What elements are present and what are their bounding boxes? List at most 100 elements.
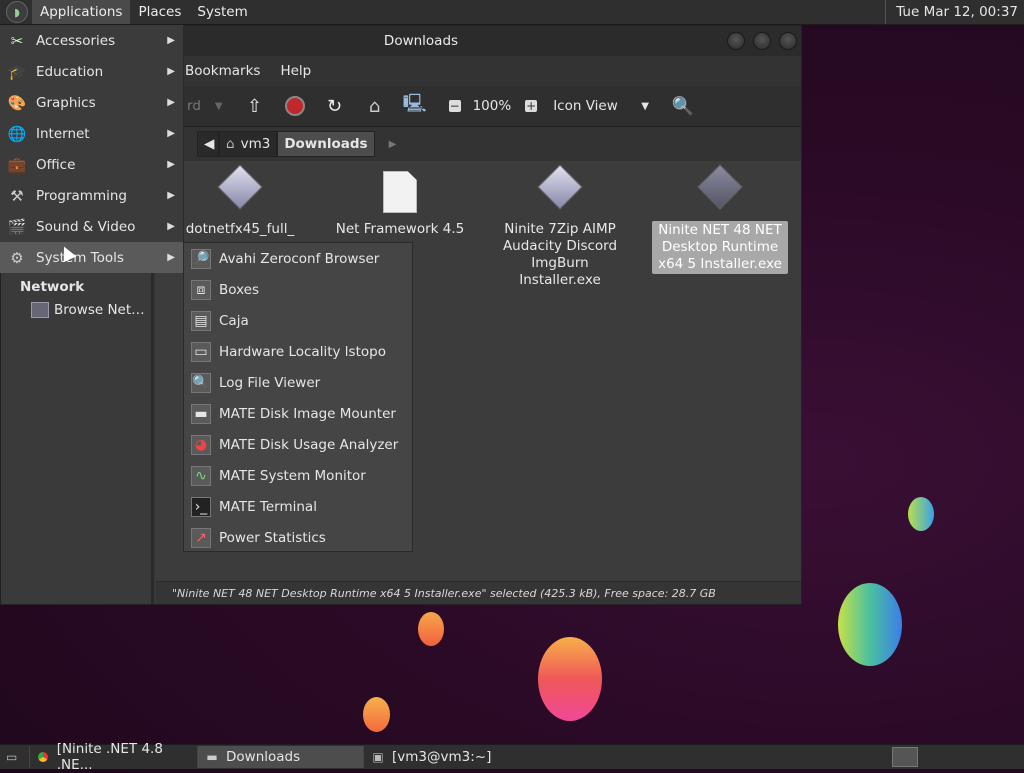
zoom-out-icon[interactable]: −: [443, 94, 467, 118]
sound-video-icon: 🎬: [7, 217, 27, 236]
menu-item-internet[interactable]: 🌐 Internet ▶: [0, 118, 183, 149]
home-icon[interactable]: ⌂: [363, 94, 387, 118]
search-icon[interactable]: 🔍: [671, 94, 695, 118]
menu-bookmarks[interactable]: Bookmarks: [185, 63, 260, 79]
menu-item-accessories[interactable]: ✂ Accessories ▶: [0, 25, 183, 56]
applications-menu[interactable]: Applications: [32, 0, 131, 24]
menu-item-graphics[interactable]: 🎨 Graphics ▶: [0, 87, 183, 118]
submenu-item-terminal[interactable]: ›_ MATE Terminal: [184, 491, 412, 522]
menu-item-education[interactable]: 🎓 Education ▶: [0, 56, 183, 87]
submenu-item-power-statistics[interactable]: ↗ Power Statistics: [184, 522, 412, 553]
minimize-button[interactable]: [727, 32, 745, 50]
menu-help[interactable]: Help: [280, 63, 311, 79]
clock[interactable]: Tue Mar 12, 00:37: [885, 0, 1024, 24]
graphics-icon: 🎨: [7, 93, 27, 112]
system-tools-submenu: 🔎 Avahi Zeroconf Browser ⧈ Boxes ▤ Caja …: [183, 242, 413, 552]
menu-item-office[interactable]: 💼 Office ▶: [0, 149, 183, 180]
menu-item-sound-video[interactable]: 🎬 Sound & Video ▶: [0, 211, 183, 242]
file-item[interactable]: Net Framework 4.5: [332, 161, 468, 238]
accessories-icon: ✂: [10, 31, 24, 50]
home-folder-icon: ⌂: [226, 136, 235, 152]
terminal-icon: ›_: [191, 496, 211, 517]
caja-icon: ▤: [191, 310, 211, 331]
log-viewer-icon: 🔍: [191, 372, 211, 393]
menu-item-label: Internet: [36, 125, 90, 142]
submenu-item-caja[interactable]: ▤ Caja: [184, 305, 412, 336]
installer-icon: [537, 164, 583, 215]
submenu-item-avahi[interactable]: 🔎 Avahi Zeroconf Browser: [184, 243, 412, 274]
system-monitor-icon: ∿: [191, 465, 211, 486]
places-menu[interactable]: Places: [130, 0, 189, 24]
installer-icon: [217, 164, 263, 215]
desktop-bubble: [363, 697, 390, 732]
submenu-item-label: Avahi Zeroconf Browser: [219, 250, 380, 267]
office-icon: 💼: [7, 155, 27, 174]
task-label: [vm3@vm3:~]: [392, 749, 492, 765]
menu-item-system-tools[interactable]: ⚙ System Tools ▶: [0, 242, 183, 273]
mate-logo-icon[interactable]: ◗: [6, 1, 28, 23]
chevron-down-icon[interactable]: ▼: [215, 101, 223, 112]
file-name: Net Framework 4.5: [335, 221, 465, 237]
desktop-bubble: [908, 497, 934, 531]
status-bar: "Ninite NET 48 NET Desktop Runtime x64 5…: [156, 581, 801, 604]
close-button[interactable]: [779, 32, 797, 50]
terminal-icon: ▣: [372, 750, 384, 764]
task-ninite[interactable]: [Ninite .NET 4.8 .NE...: [30, 741, 198, 773]
sidebar-item-browse-network[interactable]: Browse Net…: [31, 302, 145, 318]
sidebar-section-network: Network: [20, 279, 85, 295]
submenu-item-disk-mounter[interactable]: ▬ MATE Disk Image Mounter: [184, 398, 412, 429]
submenu-item-label: Hardware Locality lstopo: [219, 343, 386, 360]
submenu-item-log-viewer[interactable]: 🔍 Log File Viewer: [184, 367, 412, 398]
menu-item-label: Programming: [36, 187, 127, 204]
system-tools-icon: ⚙: [10, 248, 24, 267]
boxes-icon: ⧈: [191, 279, 211, 300]
stop-icon[interactable]: [283, 94, 307, 118]
submenu-item-hardware-locality[interactable]: ▭ Hardware Locality lstopo: [184, 336, 412, 367]
crumb-vm3[interactable]: ⌂ vm3: [219, 131, 278, 157]
file-item[interactable]: Ninite 7Zip AIMP Audacity Discord ImgBur…: [492, 161, 628, 289]
system-menu[interactable]: System: [189, 0, 255, 24]
file-name: dotnetfx45_full_: [185, 221, 295, 237]
file-name: Ninite NET 48 NET Desktop Runtime x64 5 …: [652, 221, 788, 274]
menu-item-label: Graphics: [36, 94, 96, 111]
task-terminal[interactable]: ▣ [vm3@vm3:~]: [364, 746, 534, 768]
submenu-item-system-monitor[interactable]: ∿ MATE System Monitor: [184, 460, 412, 491]
submenu-item-label: MATE Disk Usage Analyzer: [219, 436, 399, 453]
hardware-icon: ▭: [191, 341, 211, 362]
menu-item-label: Office: [36, 156, 76, 173]
crumb-downloads[interactable]: Downloads: [277, 131, 375, 157]
file-item-selected[interactable]: Ninite NET 48 NET Desktop Runtime x64 5 …: [652, 161, 788, 274]
view-mode-select[interactable]: Icon View: [553, 98, 641, 114]
file-item[interactable]: dotnetfx45_full_: [172, 161, 308, 238]
crumb-right-arrow-icon[interactable]: ▶: [389, 139, 397, 150]
desktop-bubble: [838, 583, 902, 666]
applications-dropdown: ✂ Accessories ▶ 🎓 Education ▶ 🎨 Graphics ▶ …: [0, 25, 184, 273]
chevron-down-icon[interactable]: ▼: [641, 101, 649, 112]
menu-item-programming[interactable]: ⚒ Programming ▶: [0, 180, 183, 211]
submenu-item-disk-usage[interactable]: ◕ MATE Disk Usage Analyzer: [184, 429, 412, 460]
show-desktop-button[interactable]: ▭: [0, 746, 30, 768]
sidebar-item-label: Browse Net…: [54, 302, 145, 318]
bottom-panel: ▭ [Ninite .NET 4.8 .NE... ▬ Downloads ▣ …: [0, 741, 1024, 773]
up-icon[interactable]: ⇧: [243, 94, 267, 118]
submenu-item-label: MATE System Monitor: [219, 467, 366, 484]
avahi-icon: 🔎: [191, 248, 211, 269]
menu-item-label: Sound & Video: [36, 218, 136, 235]
internet-icon: 🌐: [7, 124, 27, 143]
computer-icon[interactable]: 🖳: [403, 93, 427, 118]
submenu-item-label: MATE Terminal: [219, 498, 317, 515]
workspace-switcher[interactable]: [892, 747, 918, 767]
zoom-in-icon[interactable]: +: [519, 94, 543, 118]
maximize-button[interactable]: [753, 32, 771, 50]
submenu-item-boxes[interactable]: ⧈ Boxes: [184, 274, 412, 305]
disk-usage-icon: ◕: [191, 434, 211, 455]
back-button-label[interactable]: rd: [187, 98, 201, 114]
disk-mounter-icon: ▬: [191, 403, 211, 424]
task-downloads[interactable]: ▬ Downloads: [198, 746, 364, 768]
task-label: Downloads: [226, 749, 301, 765]
window-title: Downloads: [383, 33, 459, 49]
reload-icon[interactable]: ↻: [323, 94, 347, 118]
folder-icon: ▬: [206, 750, 218, 764]
menu-item-label: Education: [36, 63, 104, 80]
crumb-left-arrow-icon[interactable]: ◀: [197, 131, 219, 157]
